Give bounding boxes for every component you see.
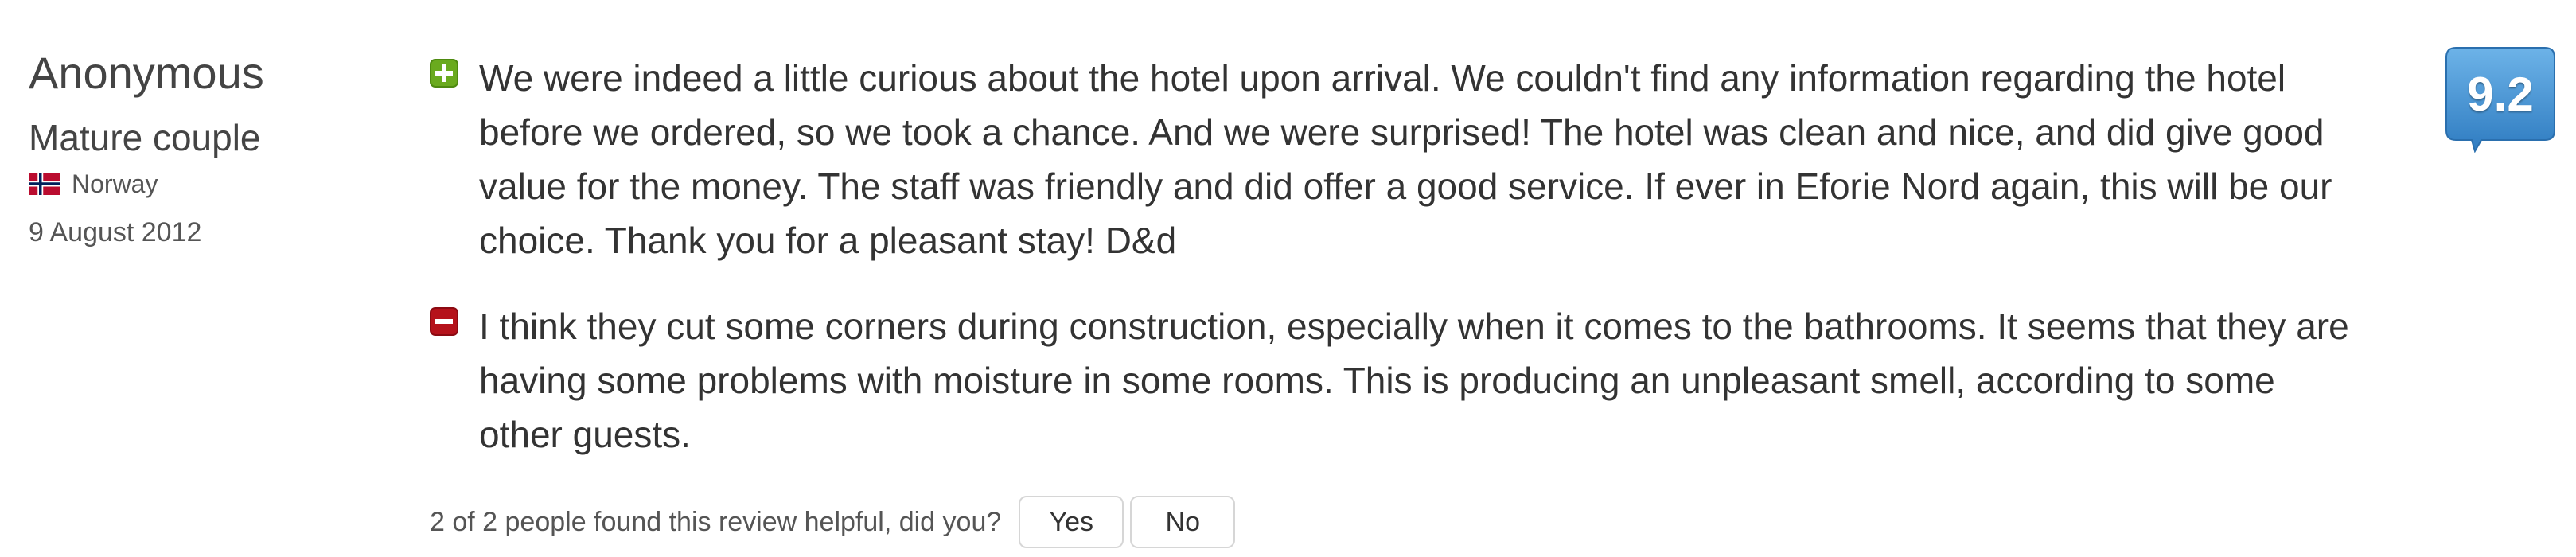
helpful-text: 2 of 2 people found this review helpful,… xyxy=(430,506,1002,537)
review-card: Anonymous Mature couple Norway 9 August … xyxy=(0,0,2576,557)
country-name: Norway xyxy=(72,169,158,198)
reviewer-name: Anonymous xyxy=(29,48,264,98)
reviewer-type: Mature couple xyxy=(29,117,261,158)
reviewer-country: Norway xyxy=(29,166,379,202)
score-value: 9.2 xyxy=(2467,67,2534,121)
norway-flag-icon xyxy=(29,173,60,195)
positive-review: We were indeed a little curious about th… xyxy=(427,51,2368,267)
review-date: 9 August 2012 xyxy=(29,217,202,247)
reviewer-info: Anonymous Mature couple Norway 9 August … xyxy=(29,41,379,251)
minus-icon xyxy=(430,307,458,336)
negative-review-text: I think they cut some corners during con… xyxy=(479,306,2349,455)
helpful-prompt: 2 of 2 people found this review helpful,… xyxy=(430,493,1241,551)
positive-review-text: We were indeed a little curious about th… xyxy=(479,57,2332,261)
negative-review: I think they cut some corners during con… xyxy=(427,299,2368,462)
plus-icon xyxy=(430,59,458,88)
score-badge: 9.2 xyxy=(2445,46,2556,153)
yes-button[interactable]: Yes xyxy=(1019,496,1124,548)
no-button[interactable]: No xyxy=(1130,496,1236,548)
